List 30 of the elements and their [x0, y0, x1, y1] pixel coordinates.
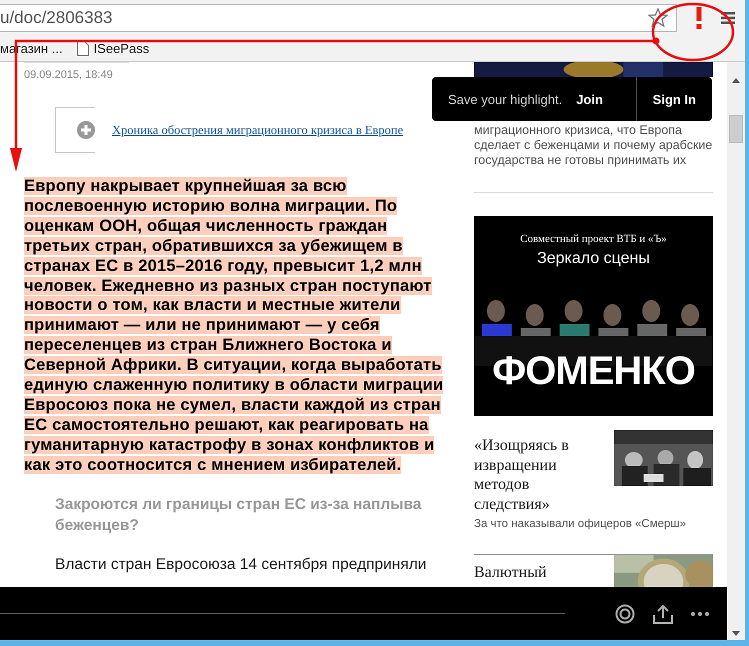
ad-tagline: Совместный проект ВТБ и «Ъ»	[520, 233, 667, 245]
related-link[interactable]: Хроника обострения миграционного кризиса в Европе	[112, 122, 404, 138]
expand-box[interactable]	[55, 107, 95, 153]
article-date: 09.09.2015, 18:49	[24, 62, 129, 81]
join-button[interactable]: Join	[576, 92, 603, 106]
scroll-up-icon[interactable]	[732, 78, 740, 83]
bookmark[interactable]: ISeePass	[94, 41, 150, 56]
sign-in-button[interactable]: Sign In	[636, 77, 712, 121]
more-icon[interactable]	[691, 612, 709, 616]
star-icon[interactable]	[648, 8, 668, 28]
address-bar[interactable]: u/doc/2806383	[0, 4, 677, 32]
ad-title: Зеркало сцены	[537, 250, 650, 268]
menu-icon[interactable]	[721, 12, 735, 24]
plus-icon	[77, 121, 95, 139]
target-icon[interactable]	[615, 604, 635, 624]
teaser-text: миграционного кризиса, что Европа сделает с беженцами и почему арабские государства не готовы принимать их	[474, 123, 713, 168]
subheading: Закроются ли границы стран ЕС из-за наплыва беженцев?	[55, 494, 422, 536]
url-text: u/doc/2806383	[0, 8, 112, 28]
story-title[interactable]: Валютный	[474, 555, 604, 582]
popup-message: Save your highlight.	[448, 92, 562, 106]
story-title[interactable]: «Изощряясь в извращении методов следствия»	[474, 430, 604, 514]
share-icon[interactable]	[653, 604, 673, 624]
page-icon	[76, 41, 89, 56]
body-text: Власти стран Евросоюза 14 сентября предприняли	[55, 554, 428, 575]
highlighted-paragraph: Европу накрывает крупнейшая за всю послевоенную историю волна миграции. По оценкам ООН, общая численность граждан третьих стран, обратившихся за убежищем в странах ЕС в 2015–2016 году, превысит 1,2 млн человек. Ежедневно из разных стран поступают новости о том, как власти и местные жители принимают — или не принимают — у себя переселенцев из стран Ближнего Востока и Северной Африки. В ситуации, когда выработать единую слаженную политику в области миграции Евросоюз пока не сумел, власти каждой из стран ЕС самостоятельно решают, как реагировать на гуманитарную катастрофу в зонах конфликтов и как это соотносится с мнением избирателей.	[24, 177, 444, 476]
exclamation-icon[interactable]	[695, 7, 703, 29]
ad-headline: ФОМЕНКО	[492, 349, 695, 394]
scrollbar-thumb[interactable]	[729, 115, 743, 143]
scroll-down-icon[interactable]	[732, 631, 740, 636]
story-subtitle: За что наказывали офицеров «Смерш»	[474, 518, 688, 530]
